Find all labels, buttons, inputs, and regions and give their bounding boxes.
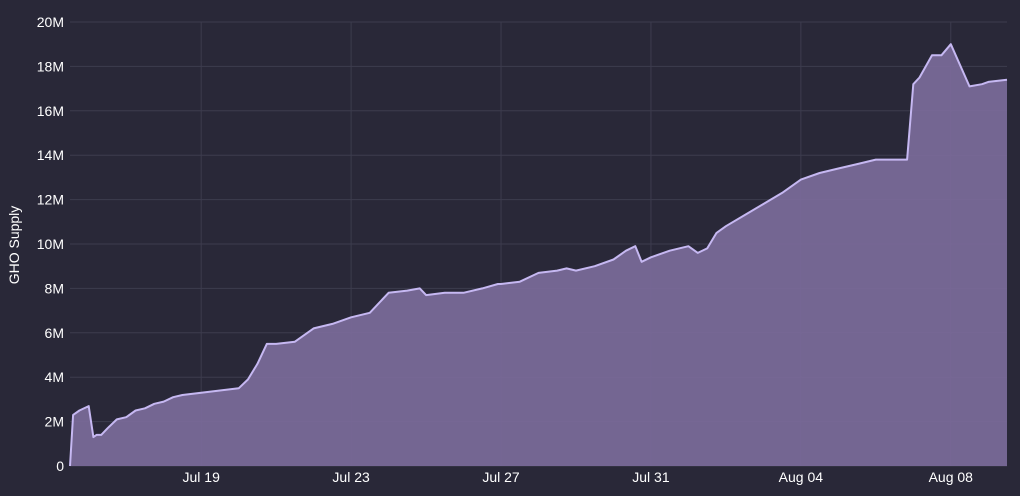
y-tick-label: 10M	[37, 236, 64, 252]
y-tick-label: 4M	[45, 369, 64, 385]
gho-supply-area-chart: 0 2M 4M 6M 8M 10M 12M 14M 16M 18M 20M Jul 19 Jul 23…	[6, 14, 1008, 485]
y-tick-label: 18M	[37, 58, 64, 74]
y-tick-label: 16M	[37, 103, 64, 119]
y-tick-label: 20M	[37, 14, 64, 30]
supply-area-fill	[70, 44, 1007, 466]
x-tick-label: Aug 04	[779, 469, 824, 485]
x-tick-label: Jul 31	[632, 469, 670, 485]
y-tick-label: 0	[56, 458, 64, 474]
y-tick-label: 8M	[45, 280, 64, 296]
y-axis-ticks: 0 2M 4M 6M 8M 10M 12M 14M 16M 18M 20M	[37, 14, 64, 474]
x-tick-label: Jul 23	[332, 469, 370, 485]
y-tick-label: 14M	[37, 147, 64, 163]
x-axis-ticks: Jul 19 Jul 23 Jul 27 Jul 31 Aug 04 Aug 08	[183, 469, 974, 485]
x-tick-label: Jul 27	[482, 469, 520, 485]
y-tick-label: 6M	[45, 325, 64, 341]
y-tick-label: 2M	[45, 414, 64, 430]
x-tick-label: Jul 19	[183, 469, 221, 485]
x-tick-label: Aug 08	[929, 469, 974, 485]
y-axis-title: GHO Supply	[6, 206, 22, 285]
y-tick-label: 12M	[37, 192, 64, 208]
